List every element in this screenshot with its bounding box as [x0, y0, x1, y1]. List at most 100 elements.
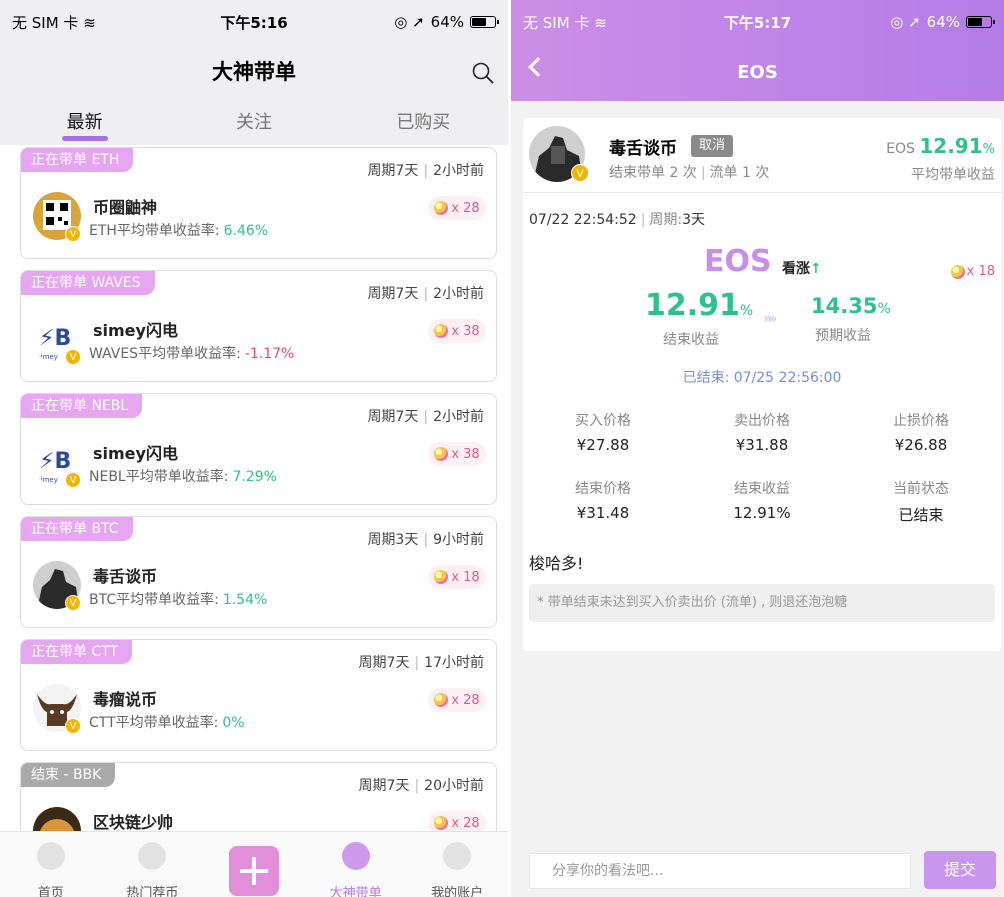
svg-text:simey: simey	[37, 353, 58, 361]
tabbar-account[interactable]: 我的账户	[406, 832, 508, 897]
grid-cell: 止损价格 ¥26.88	[893, 413, 949, 454]
svg-text:⚡B: ⚡B	[39, 326, 71, 351]
ended-time: 已结束: 07/25 22:56:00	[682, 370, 842, 386]
candy-icon	[434, 570, 449, 584]
leader-name: 区块链少帅	[93, 813, 174, 831]
avg-rate: ETH平均带单收益率: 6.46%	[89, 223, 269, 239]
candy-icon	[434, 201, 449, 215]
candy-count: x 18	[428, 565, 486, 589]
verified-badge: V	[65, 226, 81, 242]
tabbar-label: 我的账户	[431, 886, 484, 897]
refund-tip: * 带单结束未达到买入价卖出价 (流单) , 则退还泡泡糖	[529, 584, 995, 622]
leader-name: 毒舌谈币	[93, 567, 158, 586]
comment-bar: 分享你的看法吧... 提交	[511, 845, 1004, 897]
battery-icon	[966, 16, 995, 28]
page-title: EOS	[737, 62, 778, 83]
avg-rate: BTC平均带单收益率: 1.54%	[89, 592, 268, 608]
leader-card[interactable]: 结束 - BBK周期7天|20小时前V区块链少帅x 28	[20, 762, 497, 831]
result-return: 12.91%	[645, 288, 754, 323]
tab-bar-top: 最新 关注 已购买	[0, 100, 508, 141]
status-tag: 正在带单 ETH	[21, 148, 134, 172]
card-meta: 周期7天 | 20小时前	[358, 778, 484, 794]
order-date: 07/22 22:54:52 | 周期:3天	[529, 212, 706, 228]
verified-badge: V	[65, 595, 81, 611]
arrows-icon: »»	[763, 311, 777, 327]
battery-percent: 64%	[926, 13, 960, 31]
carrier-label: 无 SIM 卡 ≋	[12, 13, 96, 32]
candy-icon	[434, 816, 449, 830]
author-name[interactable]: 毒舌谈币	[609, 134, 677, 159]
card-meta: 周期7天 | 2小时前	[367, 163, 484, 179]
status-right: ◎ ➚ 64%	[890, 13, 995, 31]
verified-badge: V	[571, 164, 589, 182]
tabbar-label: 首页	[37, 886, 64, 897]
order-note: 梭哈多!	[529, 554, 584, 573]
expected-label: 预期收益	[815, 328, 871, 344]
wifi-icon: ≋	[594, 13, 607, 32]
leader-card[interactable]: 正在带单 NEBL 周期7天 | 2小时前 ⚡B simey Vsimey闪电 NEBL平均带…	[20, 393, 497, 505]
plus-icon	[228, 846, 279, 896]
candy-icon	[434, 693, 449, 707]
tab-underline	[61, 136, 108, 141]
grid-cell: 结束收益 12.91%	[733, 481, 791, 522]
order-detail-screen: 无 SIM 卡 ≋ 下午5:17 ◎ ➚ 64% EOS V 毒舌谈币 取消 结…	[511, 0, 1004, 897]
status-bar: 无 SIM 卡 ≋ 下午5:16 ◎ ➚ 64%	[0, 0, 508, 44]
direction: 看涨↑	[782, 261, 822, 277]
leader-name: 币圈鼬神	[93, 198, 158, 217]
location-icon: ◎ ➚	[394, 13, 425, 31]
status-tag: 正在带单 BTC	[21, 517, 133, 541]
svg-text:simey: simey	[37, 476, 58, 484]
search-icon[interactable]	[472, 62, 494, 84]
account-icon	[443, 842, 472, 870]
hot-icon	[138, 842, 167, 870]
comment-input[interactable]: 分享你的看法吧...	[529, 853, 911, 889]
author-stats: 结束带单 2 次 | 流单 1 次	[609, 165, 770, 181]
battery-icon	[470, 16, 499, 28]
tabbar-publish[interactable]	[203, 832, 305, 897]
leader-name: simey闪电	[93, 321, 178, 340]
candy-icon	[950, 264, 965, 279]
grid-cell: 买入价格 ¥27.88	[575, 413, 631, 454]
card-meta: 周期7天 | 17小时前	[358, 655, 484, 671]
tabbar-home[interactable]: 首页	[0, 832, 102, 897]
tabbar-hot[interactable]: 热门荐币	[102, 832, 204, 897]
tabbar-leaders[interactable]: 大神带单	[305, 832, 407, 897]
avatar[interactable]	[33, 807, 81, 831]
tab-label: 最新	[66, 112, 103, 133]
avg-rate: WAVES平均带单收益率: -1.17%	[89, 346, 295, 362]
card-meta: 周期7天 | 2小时前	[367, 409, 484, 425]
tab-following[interactable]: 关注	[169, 100, 338, 140]
order-card: V 毒舌谈币 取消 结束带单 2 次 | 流单 1 次 EOS 12.91% 平均带…	[523, 118, 1001, 651]
status-bar: 无 SIM 卡 ≋ 下午5:17 ◎ ➚ 64%	[511, 0, 1004, 44]
submit-button[interactable]: 提交	[924, 851, 996, 889]
avg-rate: EOS 12.91%	[886, 134, 995, 158]
leader-card[interactable]: 正在带单 BTC 周期3天 | 9小时前 V 毒舌谈币 BTC平均带单收益率: 1.54% x …	[20, 516, 497, 628]
leader-name: 毒瘤说币	[93, 690, 158, 709]
candy-count: x 28	[428, 196, 486, 220]
tabbar-label: 热门荐币	[126, 886, 179, 897]
status-tag: 结束 - BBK	[21, 763, 116, 787]
tab-latest[interactable]: 最新	[0, 100, 169, 141]
screenshot-root: 无 SIM 卡 ≋ 下午5:16 ◎ ➚ 64% 大神带单 最新 关注 已购买 …	[0, 0, 1004, 897]
tabbar-label: 大神带单	[329, 886, 382, 897]
bottom-tabbar: 首页 热门荐币 大神带单 我的账户	[0, 831, 508, 897]
leader-card[interactable]: 正在带单 ETH 周期7天 | 2小时前 V 币圈鼬神 ETH平均带单收益率: 6.46% x …	[20, 147, 497, 259]
leader-list[interactable]: 正在带单 ETH 周期7天 | 2小时前 V 币圈鼬神 ETH平均带单收益率: 6.46% x …	[0, 147, 508, 831]
avg-rate-label: 平均带单收益	[911, 167, 995, 183]
leader-card[interactable]: 正在带单 WAVES 周期7天 | 2小时前 ⚡B simey Vsimey闪电 WAVES平…	[20, 270, 497, 382]
tab-label: 已购买	[396, 112, 451, 133]
leader-card[interactable]: 正在带单 CTT 周期7天 | 17小时前 V 毒瘤说币 CTT平均带单收益率: 0% x 28	[20, 639, 497, 751]
leader-name: simey闪电	[93, 444, 178, 463]
battery-percent: 64%	[430, 13, 464, 31]
tab-purchased[interactable]: 已购买	[339, 100, 508, 140]
candy-count: x 18	[950, 264, 995, 279]
candy-icon	[434, 447, 449, 461]
grid-cell: 结束价格 ¥31.48	[575, 481, 631, 522]
card-meta: 周期3天 | 9小时前	[367, 532, 484, 548]
coin-symbol: EOS	[704, 244, 772, 279]
location-icon: ◎ ➚	[890, 13, 921, 31]
cancel-button[interactable]: 取消	[691, 135, 734, 157]
avg-rate: NEBL平均带单收益率: 7.29%	[89, 469, 277, 485]
card-meta: 周期7天 | 2小时前	[367, 286, 484, 302]
tab-label: 关注	[235, 112, 272, 133]
